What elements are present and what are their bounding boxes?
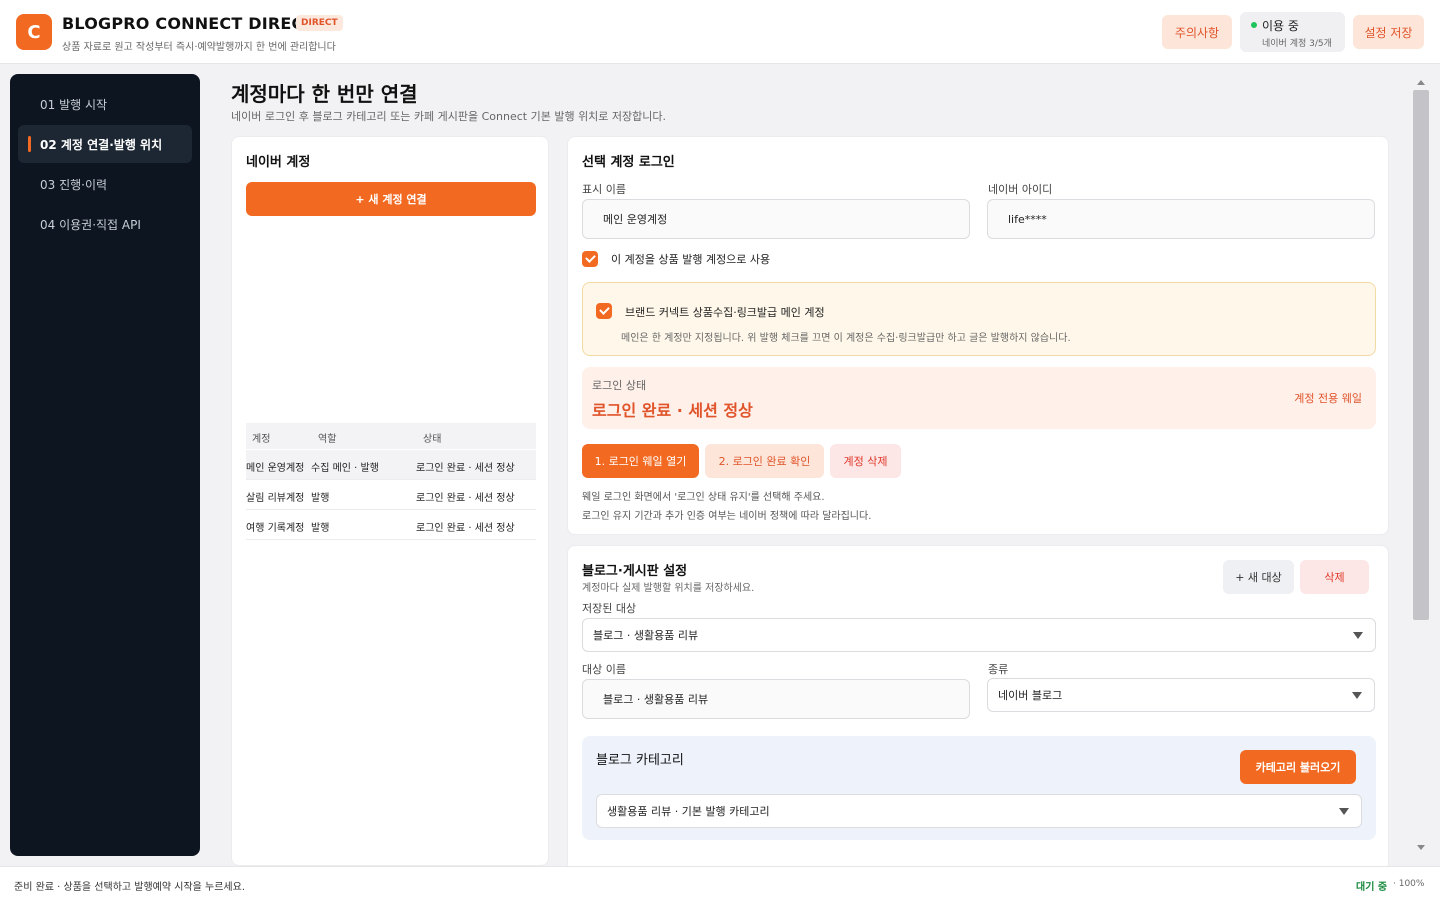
chevron-down-icon: [1352, 692, 1362, 699]
delete-target-button[interactable]: 삭제: [1300, 560, 1369, 594]
page-title: 계정마다 한 번만 연결: [231, 82, 418, 106]
sidebar-item-license-api[interactable]: 04 이용권·직접 API: [18, 205, 192, 243]
login-status-box: 로그인 상태 로그인 완료 · 세션 정상 계정 전용 웨일: [582, 367, 1376, 429]
brand-main-label: 브랜드 커넥트 상품수집·링크발급 메인 계정: [625, 306, 825, 319]
kind-select[interactable]: 네이버 블로그: [987, 678, 1375, 712]
accounts-title: 네이버 계정: [246, 155, 311, 170]
use-publish-checkbox[interactable]: [582, 251, 598, 267]
kind-label: 종류: [988, 663, 1009, 676]
login-title: 선택 계정 로그인: [582, 155, 675, 170]
row-role: 수집 메인 · 발행: [311, 463, 379, 474]
open-whale-login-button[interactable]: 1. 로그인 웨일 열기: [582, 444, 699, 478]
row-account: 살림 리뷰계정: [246, 493, 305, 504]
brand-connect-box: 브랜드 커넥트 상품수집·링크발급 메인 계정 메인은 한 계정만 지정됩니다.…: [582, 282, 1376, 356]
load-categories-button[interactable]: 카테고리 불러오기: [1240, 750, 1356, 784]
table-row[interactable]: 여행 기록계정 발행 로그인 완료 · 세션 정상: [246, 510, 536, 540]
blog-settings-subtitle: 계정마다 실제 발행할 위치를 저장하세요.: [582, 583, 755, 594]
login-hint-1: 웨일 로그인 화면에서 '로그인 상태 유지'를 선택해 주세요.: [582, 492, 825, 503]
saved-target-select[interactable]: 블로그 · 생활용품 리뷰: [582, 618, 1376, 652]
row-role: 발행: [311, 493, 330, 504]
scroll-up-arrow-icon[interactable]: [1417, 80, 1425, 85]
table-row[interactable]: 살림 리뷰계정 발행 로그인 완료 · 세션 정상: [246, 480, 536, 510]
status-state: 대기 중: [1356, 882, 1388, 893]
row-status: 로그인 완료 · 세션 정상: [416, 523, 515, 534]
row-account: 여행 기록계정: [246, 523, 305, 534]
zoom-level: · 100%: [1393, 879, 1425, 889]
col-account: 계정: [252, 434, 271, 445]
blog-settings-card: 블로그·게시판 설정 계정마다 실제 발행할 위치를 저장하세요. + 새 대상…: [567, 545, 1389, 875]
add-account-button[interactable]: + 새 계정 연결: [246, 182, 536, 216]
main-scrollbar[interactable]: [1412, 74, 1430, 856]
brand-main-description: 메인은 한 계정만 지정됩니다. 위 발행 체크를 끄면 이 계정은 수집·링크…: [621, 333, 1071, 344]
naver-accounts-card: 네이버 계정 + 새 계정 연결 계정 역할 상태 메인 운영계정 수집 메인 …: [231, 136, 549, 866]
row-status: 로그인 완료 · 세션 정상: [416, 463, 515, 474]
col-status: 상태: [423, 434, 442, 445]
saved-target-value: 블로그 · 생활용품 리뷰: [593, 629, 699, 642]
save-settings-button[interactable]: 설정 저장: [1353, 15, 1424, 49]
delete-account-button[interactable]: 계정 삭제: [830, 444, 901, 478]
target-name-label: 대상 이름: [582, 663, 626, 676]
scroll-down-arrow-icon[interactable]: [1417, 845, 1425, 850]
blog-category-title: 블로그 카테고리: [596, 753, 684, 768]
target-name-input[interactable]: 블로그 · 생활용품 리뷰: [582, 679, 970, 719]
status-message: 준비 완료 · 상품을 선택하고 발행예약 시작을 누르세요.: [14, 882, 246, 893]
blog-category-value: 생활용품 리뷰 · 기본 발행 카테고리: [607, 805, 770, 818]
sidebar: 01 발행 시작 02 계정 연결·발행 위치 03 진행·이력 04 이용권·…: [10, 74, 200, 856]
dedicated-whale-link[interactable]: 계정 전용 웨일: [1294, 390, 1362, 406]
status-label: 이용 중: [1262, 19, 1299, 33]
login-status-value: 로그인 완료 · 세션 정상: [592, 401, 753, 420]
status-bar: 준비 완료 · 상품을 선택하고 발행예약 시작을 누르세요. 대기 중 · 1…: [0, 866, 1440, 900]
usage-status: 이용 중 네이버 계정 3/5개: [1240, 12, 1345, 52]
status-dot-icon: [1251, 22, 1257, 28]
login-hint-2: 로그인 유지 기간과 추가 인증 여부는 네이버 정책에 따라 달라집니다.: [582, 511, 872, 522]
col-role: 역할: [318, 434, 337, 445]
row-role: 발행: [311, 523, 330, 534]
brand-main-checkbox[interactable]: [596, 303, 612, 319]
row-status: 로그인 완료 · 세션 정상: [416, 493, 515, 504]
naver-id-input[interactable]: life****: [987, 199, 1375, 239]
chevron-down-icon: [1353, 632, 1363, 639]
display-name-label: 표시 이름: [582, 183, 626, 196]
scroll-thumb[interactable]: [1413, 90, 1429, 620]
page-subtitle: 네이버 로그인 후 블로그 카테고리 또는 카페 게시판을 Connect 기본…: [231, 110, 667, 123]
sidebar-item-account-connect[interactable]: 02 계정 연결·발행 위치: [18, 125, 192, 163]
blog-settings-title: 블로그·게시판 설정: [582, 564, 688, 579]
kind-value: 네이버 블로그: [998, 689, 1063, 702]
chevron-down-icon: [1339, 808, 1349, 815]
account-login-card: 선택 계정 로그인 표시 이름 메인 운영계정 네이버 아이디 life****…: [567, 136, 1389, 535]
blog-category-select[interactable]: 생활용품 리뷰 · 기본 발행 카테고리: [596, 794, 1362, 828]
table-row[interactable]: 메인 운영계정 수집 메인 · 발행 로그인 완료 · 세션 정상: [246, 450, 536, 480]
naver-id-label: 네이버 아이디: [988, 183, 1053, 196]
app-logo: C: [16, 14, 52, 50]
saved-target-label: 저장된 대상: [582, 602, 637, 615]
confirm-login-button[interactable]: 2. 로그인 완료 확인: [705, 444, 824, 478]
use-publish-label: 이 계정을 상품 발행 계정으로 사용: [611, 253, 771, 266]
sidebar-item-publish-start[interactable]: 01 발행 시작: [18, 85, 192, 123]
row-account: 메인 운영계정: [246, 463, 305, 474]
app-subtitle: 상품 자료로 원고 작성부터 즉시·예약발행까지 한 번에 관리합니다: [62, 42, 336, 53]
blog-category-box: 블로그 카테고리 카테고리 불러오기 생활용품 리뷰 · 기본 발행 카테고리: [582, 736, 1376, 840]
login-status-label: 로그인 상태: [592, 379, 647, 392]
display-name-input[interactable]: 메인 운영계정: [582, 199, 970, 239]
add-target-button[interactable]: + 새 대상: [1223, 560, 1294, 594]
sidebar-item-progress-history[interactable]: 03 진행·이력: [18, 165, 192, 203]
direct-badge: DIRECT: [296, 15, 343, 31]
account-count: 네이버 계정 3/5개: [1262, 39, 1332, 49]
notice-button[interactable]: 주의사항: [1162, 15, 1232, 49]
app-title: BLOGPRO CONNECT DIRECT: [62, 14, 315, 33]
accounts-table-header: 계정 역할 상태: [246, 423, 536, 449]
app-header: C BLOGPRO CONNECT DIRECT DIRECT 상품 자료로 원…: [0, 0, 1440, 64]
